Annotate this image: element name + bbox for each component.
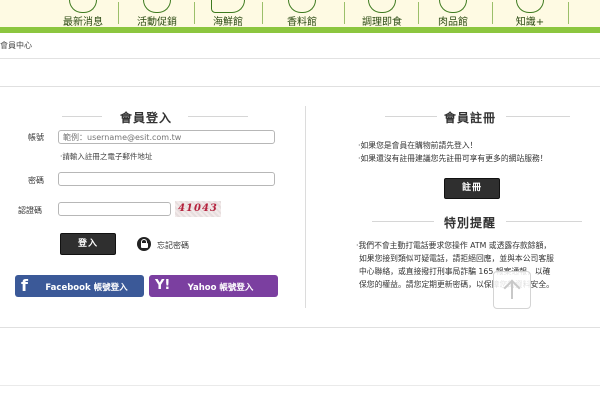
nav-item-meat[interactable]: 肉品館	[430, 0, 476, 28]
captcha-image: 41043	[175, 201, 221, 217]
nav-item-promotions[interactable]: 活動促銷	[130, 0, 184, 28]
nav-item-label: 海鮮館	[213, 17, 243, 28]
nav-item-label: 肉品館	[438, 17, 468, 28]
yahoo-login-button[interactable]: Y! Yahoo 帳號登入	[149, 275, 278, 297]
panel-divider	[305, 106, 306, 308]
title-rule	[372, 221, 434, 222]
account-label: 帳號	[28, 133, 44, 142]
nav-item-knowledge[interactable]: 知識+	[508, 0, 552, 28]
bulb-icon	[516, 0, 544, 13]
nav-item-ready-meals[interactable]: 調理即食	[358, 0, 406, 28]
register-title: 會員註冊	[443, 111, 496, 125]
nav-divider	[568, 2, 569, 24]
nav-accent-bar	[0, 27, 600, 33]
lock-icon	[137, 237, 151, 251]
register-line-1: ‧如果您是會員在購物前請先登入！	[358, 141, 478, 150]
title-rule	[188, 116, 248, 117]
nav-item-seafood[interactable]: 海鮮館	[206, 0, 250, 28]
nav-divider	[194, 2, 195, 24]
nav-divider	[492, 2, 493, 24]
yahoo-login-label: Yahoo 帳號登入	[187, 283, 254, 293]
meat-icon	[439, 0, 467, 13]
gift-icon	[143, 0, 171, 13]
nav-divider	[118, 2, 119, 24]
password-label: 密碼	[28, 176, 44, 185]
notice-line-1: ‧我們不會主動打電話要求您操作 ATM 或透露存款餘額，	[356, 241, 552, 250]
title-rule	[506, 221, 582, 222]
breadcrumb: 會員中心	[0, 41, 32, 50]
title-rule	[62, 116, 102, 117]
pot-icon	[368, 0, 396, 13]
notice-line-2: 如果您接到類似可疑電話，請拒絕回應，並與本公司客服	[359, 254, 554, 263]
top-nav: 最新消息 活動促銷 海鮮館 香料館 調理即食 肉品館 知識+	[0, 0, 600, 33]
facebook-login-label: Facebook 帳號登入	[45, 283, 128, 293]
arrow-up-icon[interactable]	[493, 271, 531, 309]
register-line-2: ‧如果還沒有註冊建議您先註冊可享有更多的網站服務！	[358, 154, 548, 163]
spice-icon	[288, 0, 316, 13]
notice-title: 特別提醒	[443, 216, 496, 230]
nav-item-label: 活動促銷	[137, 17, 177, 28]
nav-item-label: 調理即食	[362, 17, 402, 28]
nav-divider	[418, 2, 419, 24]
nav-item-spices[interactable]: 香料館	[282, 0, 322, 28]
fish-icon	[211, 0, 245, 13]
title-rule	[385, 116, 437, 117]
captcha-input[interactable]	[58, 202, 171, 216]
account-input[interactable]	[58, 130, 275, 144]
login-button[interactable]: 登入	[60, 233, 116, 255]
nav-item-label: 知識+	[515, 17, 545, 28]
forgot-password-link[interactable]: 忘記密碼	[157, 240, 189, 251]
footer-divider	[0, 385, 600, 386]
nav-divider	[262, 2, 263, 24]
nav-divider	[344, 2, 345, 24]
login-title: 會員登入	[119, 111, 172, 125]
breadcrumb-row: 會員中心	[0, 34, 600, 59]
nav-item-label: 最新消息	[63, 17, 103, 28]
facebook-login-button[interactable]: f Facebook 帳號登入	[15, 275, 144, 297]
password-input[interactable]	[58, 172, 275, 186]
register-button[interactable]: 註冊	[444, 178, 500, 199]
title-rule	[506, 116, 570, 117]
account-hint: ‧請輸入註冊之電子郵件地址	[60, 152, 153, 161]
captcha-label: 認證碼	[18, 206, 42, 215]
nav-item-label: 香料館	[287, 17, 317, 28]
nav-item-news[interactable]: 最新消息	[58, 0, 108, 28]
news-icon	[69, 0, 97, 13]
